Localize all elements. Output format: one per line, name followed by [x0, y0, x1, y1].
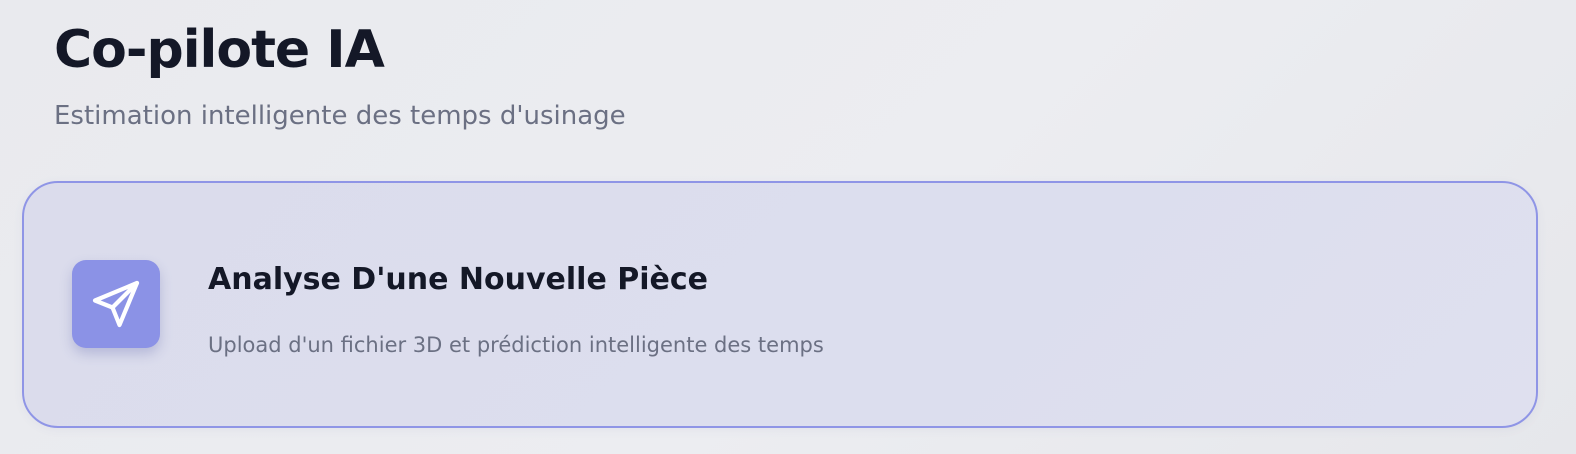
new-part-analysis-card[interactable]: Analyse D'une Nouvelle Pièce Upload d'un…: [22, 181, 1538, 428]
page-header: Co-pilote IA Estimation intelligente des…: [54, 18, 626, 132]
page-title: Co-pilote IA: [54, 20, 385, 80]
page-subtitle: Estimation intelligente des temps d'usin…: [54, 101, 626, 131]
paper-plane-icon: [72, 260, 160, 348]
card-description: Upload d'un fichier 3D et prédiction int…: [208, 333, 824, 357]
card-text: Analyse D'une Nouvelle Pièce Upload d'un…: [208, 261, 824, 359]
card-title: Analyse D'une Nouvelle Pièce: [208, 262, 708, 297]
